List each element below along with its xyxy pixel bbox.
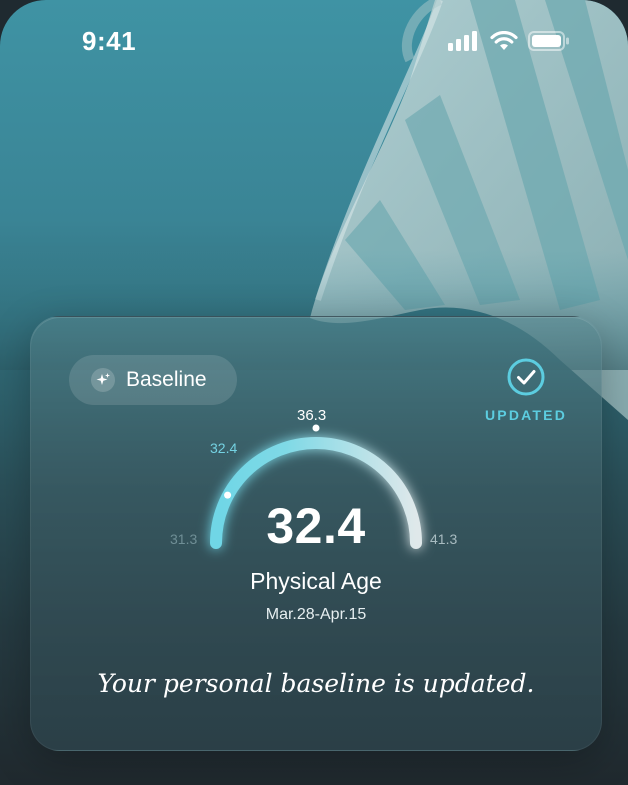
wifi-icon [490,31,518,50]
phone-screen: 9:41 Baseline UPDATED 36.3 32.4 31.3 41.… [0,0,628,785]
physical-age-value: 32.4 [266,498,366,554]
gauge-marker-label: 32.4 [210,440,238,456]
status-bar: 9:41 [0,0,628,88]
status-icons [448,31,570,51]
gauge-top-tick [312,424,320,432]
baseline-card: Baseline UPDATED 36.3 32.4 31.3 41.3 32.… [30,316,602,751]
status-time: 9:41 [82,26,137,56]
cellular-signal-icon [448,31,477,51]
date-range: Mar.28-Apr.15 [265,606,367,623]
update-message: Your personal baseline is updated. [97,669,535,698]
gauge-top-label: 36.3 [297,407,327,424]
metric-title: Physical Age [250,568,382,594]
battery-icon [528,31,569,51]
